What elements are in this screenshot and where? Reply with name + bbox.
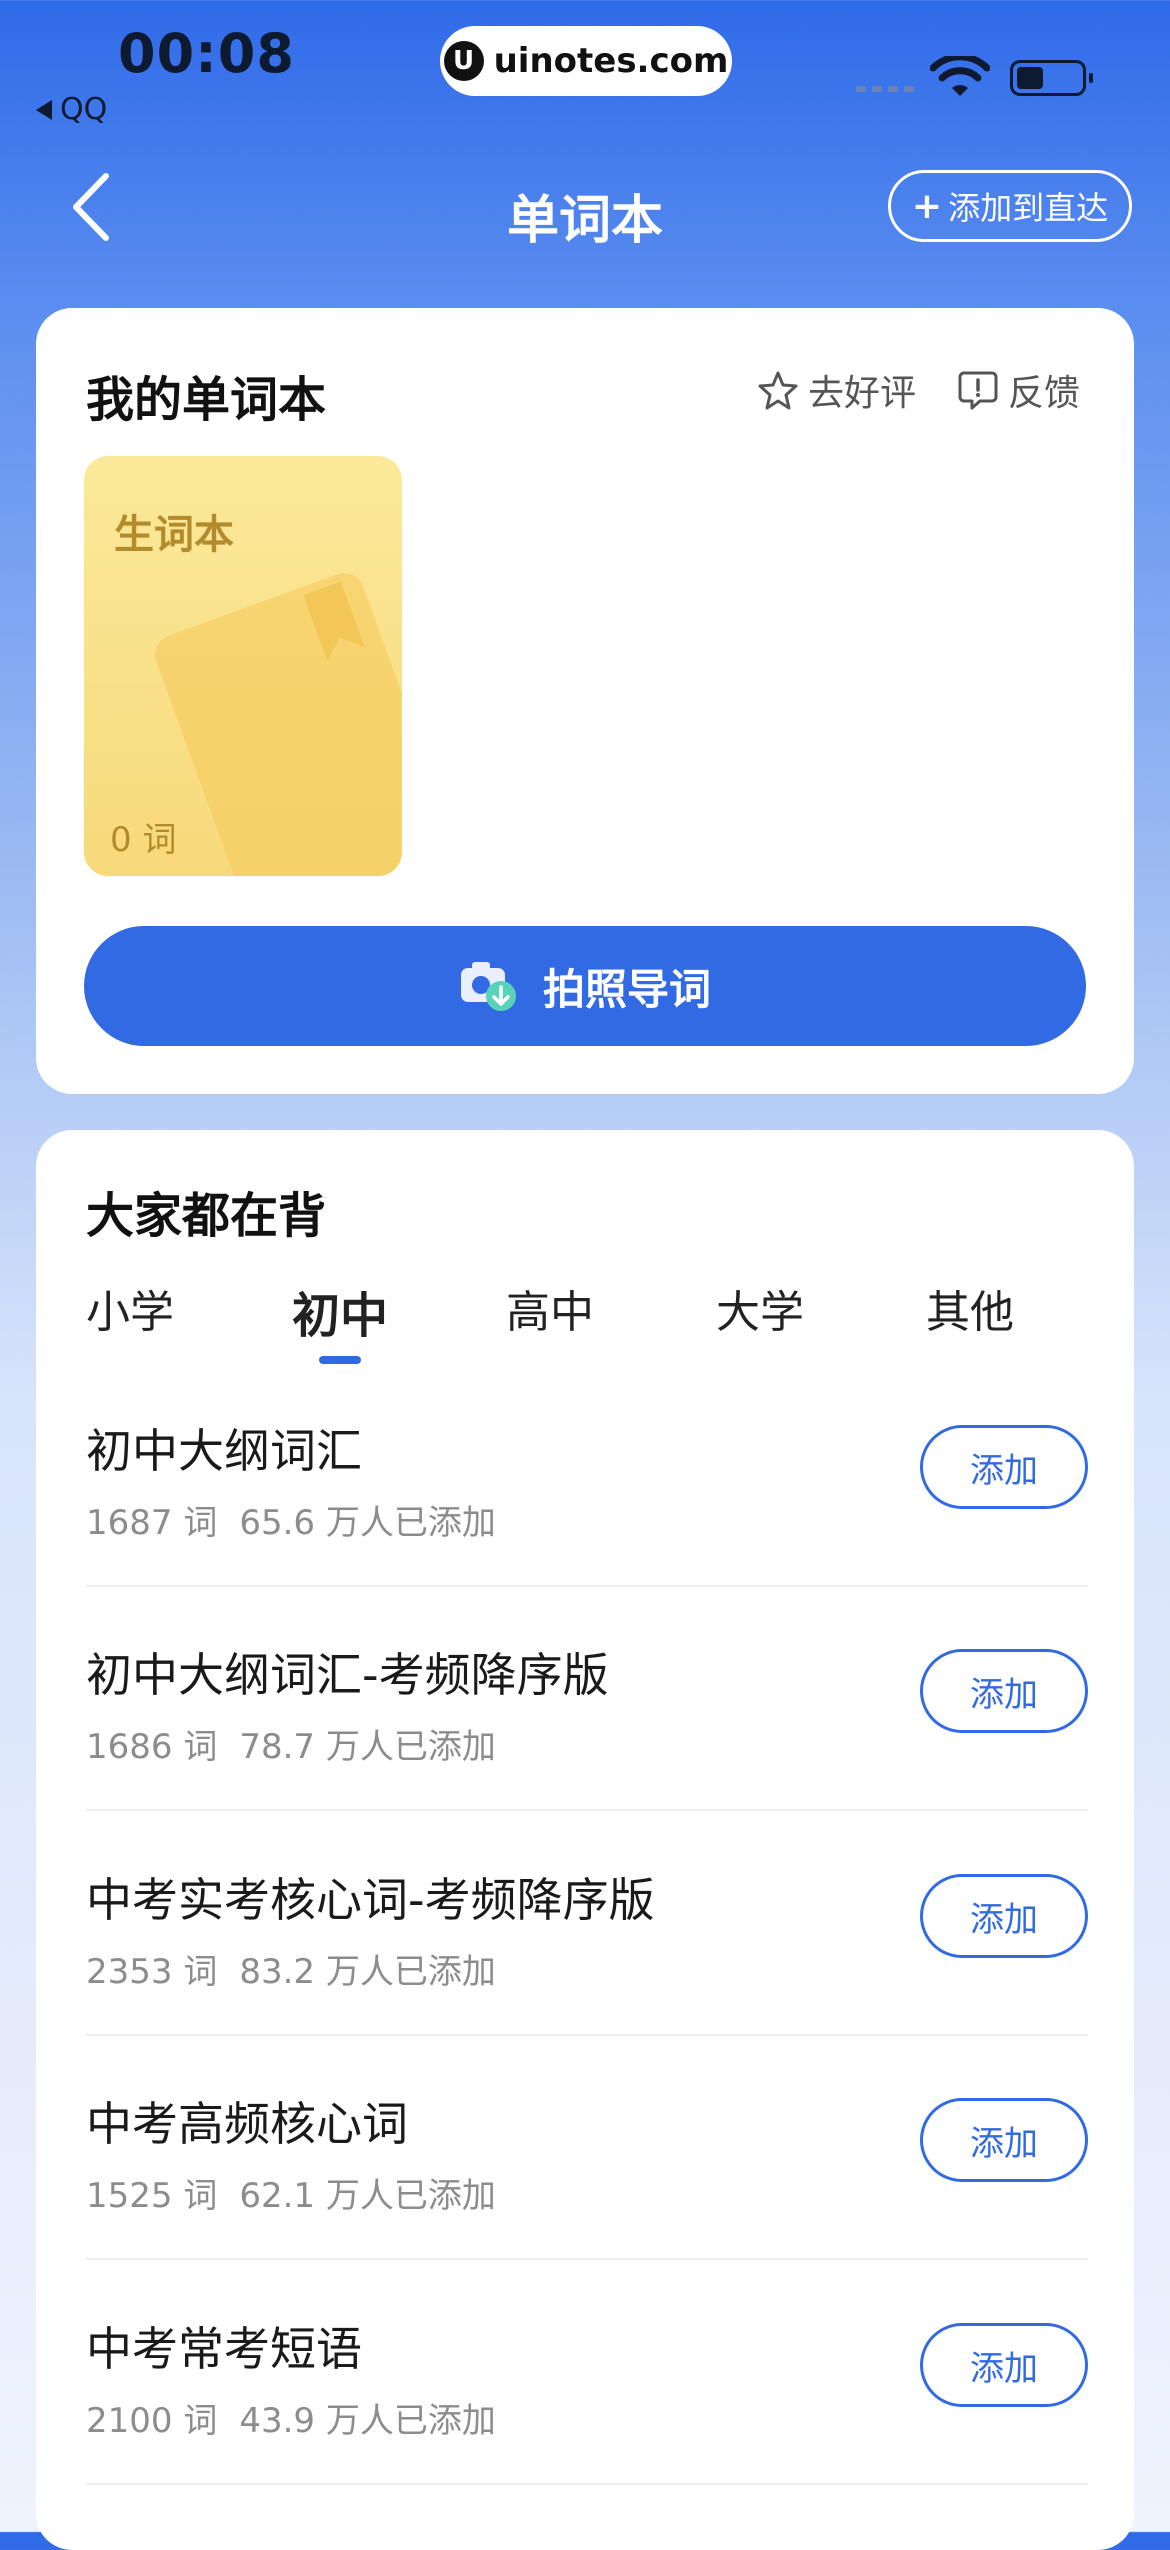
tab-university[interactable]: 大学 (716, 1276, 804, 1340)
list-item: 中考高频核心词 1525 词 62.1 万人已添加 添加 (86, 2088, 1088, 2312)
photo-import-label: 拍照导词 (542, 964, 711, 1014)
added-count: 62.1 万人已添加 (239, 2176, 496, 2216)
grade-tabs: 小学 初中 高中 大学 其他 (36, 1276, 1134, 1366)
active-tab-indicator (319, 1356, 361, 1364)
wordbook-name: 生词本 (114, 512, 234, 558)
back-chevron-icon[interactable] (68, 168, 116, 246)
back-to-app-link[interactable]: QQ (36, 92, 107, 127)
popular-title: 大家都在背 (86, 1188, 327, 1244)
plus-icon: + (911, 185, 943, 227)
back-triangle-icon (36, 99, 52, 120)
battery-icon (1010, 60, 1093, 96)
word-count: 1525 词 (86, 2176, 218, 2216)
tab-junior[interactable]: 初中 (292, 1276, 388, 1346)
my-wordbooks-card: 我的单词本 去好评 反馈 生词本 0 词 拍照导词 (36, 308, 1134, 1094)
add-button[interactable]: 添加 (920, 1425, 1088, 1509)
list-item: 初中大纲词汇-考频降序版 1686 词 78.7 万人已添加 添加 (86, 1639, 1088, 1863)
tab-primary[interactable]: 小学 (86, 1276, 174, 1340)
add-button[interactable]: 添加 (920, 1649, 1088, 1733)
list-meta: 2100 词 43.9 万人已添加 (86, 2393, 496, 2442)
divider (86, 2034, 1088, 2036)
word-count: 2100 词 (86, 2401, 218, 2441)
list-item: 中考实考核心词-考频降序版 2353 词 83.2 万人已添加 添加 (86, 1864, 1088, 2088)
url-text: uinotes.com (493, 41, 729, 81)
add-button[interactable]: 添加 (920, 1874, 1088, 1958)
camera-import-icon (460, 962, 516, 1011)
added-count: 65.6 万人已添加 (239, 1503, 496, 1543)
divider (86, 2258, 1088, 2260)
cellular-signal-icon (856, 86, 914, 92)
wordbook-count: 0 词 (110, 820, 177, 860)
url-pill: U uinotes.com (440, 26, 732, 96)
list-title: 中考实考核心词-考频降序版 (86, 1873, 655, 1927)
list-item: 初中大纲词汇 1687 词 65.6 万人已添加 添加 (86, 1415, 1088, 1639)
added-count: 43.9 万人已添加 (239, 2401, 496, 2441)
site-logo-icon: U (443, 41, 484, 81)
list-item: 中考常考短语 2100 词 43.9 万人已添加 添加 (86, 2313, 1088, 2537)
word-count: 2353 词 (86, 1952, 218, 1992)
popular-lists-card: 大家都在背 小学 初中 高中 大学 其他 初中大纲词汇 1687 词 65.6 万… (36, 1130, 1134, 2550)
tab-senior[interactable]: 高中 (506, 1276, 594, 1340)
wordbook-card[interactable]: 生词本 0 词 (84, 456, 402, 876)
list-meta: 1687 词 65.6 万人已添加 (86, 1495, 496, 1544)
added-count: 83.2 万人已添加 (239, 1952, 496, 1992)
added-count: 78.7 万人已添加 (239, 1727, 496, 1767)
back-app-label: QQ (60, 92, 108, 127)
list-meta: 2353 词 83.2 万人已添加 (86, 1944, 496, 1993)
wifi-icon (930, 56, 990, 96)
feedback-label: 反馈 (1008, 373, 1081, 414)
rate-button[interactable]: 去好评 (758, 364, 916, 416)
list-meta: 1686 词 78.7 万人已添加 (86, 1719, 496, 1768)
book-decoration (149, 567, 402, 876)
divider (86, 1585, 1088, 1587)
list-meta: 1525 词 62.1 万人已添加 (86, 2168, 496, 2217)
my-wordbooks-title: 我的单词本 (86, 372, 327, 428)
tab-other[interactable]: 其他 (926, 1276, 1014, 1340)
star-icon (758, 371, 798, 410)
list-title: 中考高频核心词 (86, 2097, 408, 2151)
add-button[interactable]: 添加 (920, 2323, 1088, 2407)
feedback-button[interactable]: 反馈 (958, 364, 1080, 416)
add-to-direct-label: 添加到直达 (948, 189, 1109, 227)
add-button[interactable]: 添加 (920, 2098, 1088, 2182)
list-title: 初中大纲词汇 (86, 1424, 362, 1478)
rate-label: 去好评 (808, 373, 917, 414)
list-title: 中考常考短语 (86, 2322, 362, 2376)
feedback-icon (958, 371, 998, 410)
divider (86, 1809, 1088, 1811)
word-count: 1686 词 (86, 1727, 218, 1767)
add-to-direct-button[interactable]: + 添加到直达 (888, 170, 1132, 242)
status-time: 00:08 (118, 22, 295, 85)
photo-import-button[interactable]: 拍照导词 (84, 926, 1086, 1046)
word-count: 1687 词 (86, 1503, 218, 1543)
list-title: 初中大纲词汇-考频降序版 (86, 1648, 609, 1702)
divider (86, 2483, 1088, 2485)
